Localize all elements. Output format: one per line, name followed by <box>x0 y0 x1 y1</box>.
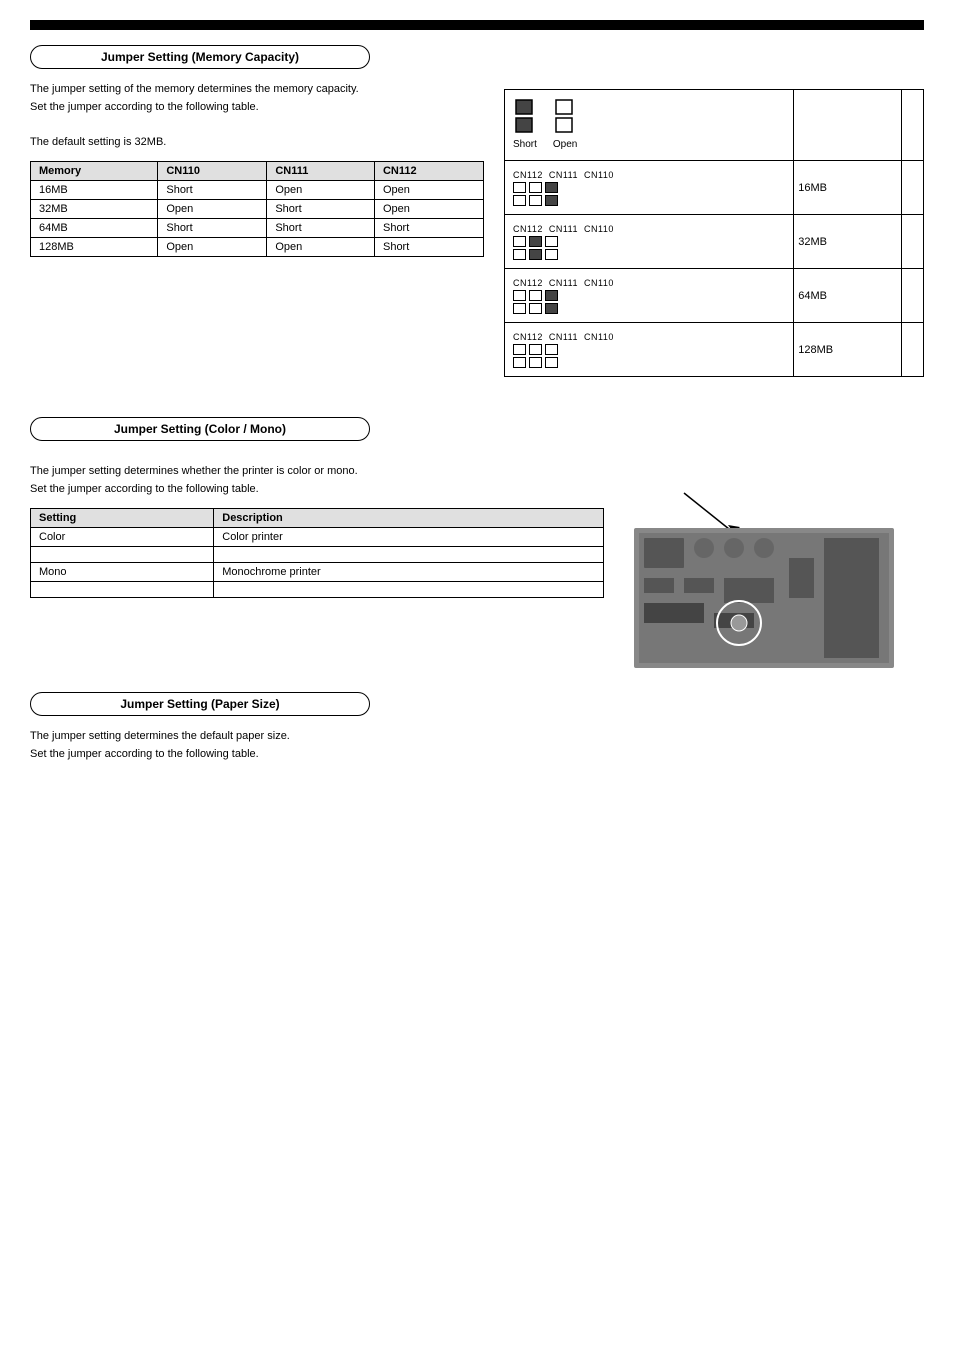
table-row <box>31 547 604 563</box>
cn110-64mb <box>545 290 558 314</box>
section2-header: Jumper Setting (Color / Mono) <box>30 417 370 441</box>
desc-16mb <box>901 161 923 215</box>
setting-16mb: 16MB <box>794 161 902 215</box>
col-setting: Setting <box>31 509 214 528</box>
col-cn110: CN110 <box>158 162 267 181</box>
jumper-header-setting <box>794 90 902 161</box>
short-diagram: Short <box>513 98 537 150</box>
cn111-16mb <box>529 182 542 206</box>
cn-group-128mb: CN112 CN111 CN110 <box>513 332 614 368</box>
section1-left: The jumper setting of the memory determi… <box>30 81 484 393</box>
jumper-row-64mb: CN112 CN111 CN110 <box>505 269 924 323</box>
jumper-row-128mb: CN112 CN111 CN110 <box>505 323 924 377</box>
jumper-diagram-16mb: CN112 CN111 CN110 <box>505 161 794 215</box>
col-cn112: CN112 <box>374 162 483 181</box>
section1-table: Memory CN110 CN111 CN112 16MB Short Open… <box>30 161 484 257</box>
cn112-64mb <box>513 290 526 314</box>
jumper-diagram-64mb: CN112 CN111 CN110 <box>505 269 794 323</box>
short-label: Short <box>513 139 537 150</box>
jumper-diagram-32mb: CN112 CN111 CN110 <box>505 215 794 269</box>
section3-body: The jumper setting determines the defaul… <box>30 728 924 763</box>
table-row <box>31 582 604 598</box>
cn111-32mb <box>529 236 542 260</box>
section1: Jumper Setting (Memory Capacity) The jum… <box>30 45 924 393</box>
jumper-legend: Short Open <box>513 98 785 150</box>
table-row: Color Color printer <box>31 528 604 547</box>
jumper-header-desc <box>901 90 923 161</box>
top-bar <box>30 20 924 30</box>
table-row: 32MB Open Short Open <box>31 200 484 219</box>
section3: Jumper Setting (Paper Size) The jumper s… <box>30 692 924 763</box>
cn112-32mb <box>513 236 526 260</box>
section2-left: The jumper setting determines whether th… <box>30 463 604 676</box>
board-diagram-svg <box>624 473 904 673</box>
jumper-legend-cell: Short Open <box>505 90 794 161</box>
open-label: Open <box>553 139 577 150</box>
desc-32mb <box>901 215 923 269</box>
col-cn111: CN111 <box>267 162 375 181</box>
jumper-diagram-table: Short Open <box>504 89 924 377</box>
section3-header: Jumper Setting (Paper Size) <box>30 692 370 716</box>
cn110-32mb <box>545 236 558 260</box>
table-row: 16MB Short Open Open <box>31 181 484 200</box>
section2-table: Setting Description Color Color printer <box>30 508 604 598</box>
setting-64mb: 64MB <box>794 269 902 323</box>
section2-right <box>624 463 924 676</box>
table-row: 128MB Open Open Short <box>31 238 484 257</box>
cn-group-32mb: CN112 CN111 CN110 <box>513 224 614 260</box>
cn111-128mb <box>529 344 542 368</box>
cn112-16mb <box>513 182 526 206</box>
jumper-row-16mb: CN112 CN111 CN110 <box>505 161 924 215</box>
cn111-64mb <box>529 290 542 314</box>
col-memory: Memory <box>31 162 158 181</box>
jumper-diagram-128mb: CN112 CN111 CN110 <box>505 323 794 377</box>
section2: Jumper Setting (Color / Mono) The jumper… <box>30 417 924 676</box>
section2-body: The jumper setting determines whether th… <box>30 463 604 498</box>
page: Jumper Setting (Memory Capacity) The jum… <box>0 0 954 793</box>
setting-32mb: 32MB <box>794 215 902 269</box>
desc-128mb <box>901 323 923 377</box>
desc-64mb <box>901 269 923 323</box>
open-diagram: Open <box>553 98 577 150</box>
cn112-128mb <box>513 344 526 368</box>
setting-128mb: 128MB <box>794 323 902 377</box>
section1-header: Jumper Setting (Memory Capacity) <box>30 45 370 69</box>
cn110-128mb <box>545 344 558 368</box>
col-desc: Description <box>214 509 604 528</box>
jumper-row-32mb: CN112 CN111 CN110 <box>505 215 924 269</box>
cn110-16mb <box>545 182 558 206</box>
cn-group-16mb: CN112 CN111 CN110 <box>513 170 614 206</box>
table-row: 64MB Short Short Short <box>31 219 484 238</box>
table-row: Mono Monochrome printer <box>31 563 604 582</box>
cn-group-64mb: CN112 CN111 CN110 <box>513 278 614 314</box>
section1-body: The jumper setting of the memory determi… <box>30 81 484 151</box>
section1-right: Short Open <box>504 81 924 393</box>
